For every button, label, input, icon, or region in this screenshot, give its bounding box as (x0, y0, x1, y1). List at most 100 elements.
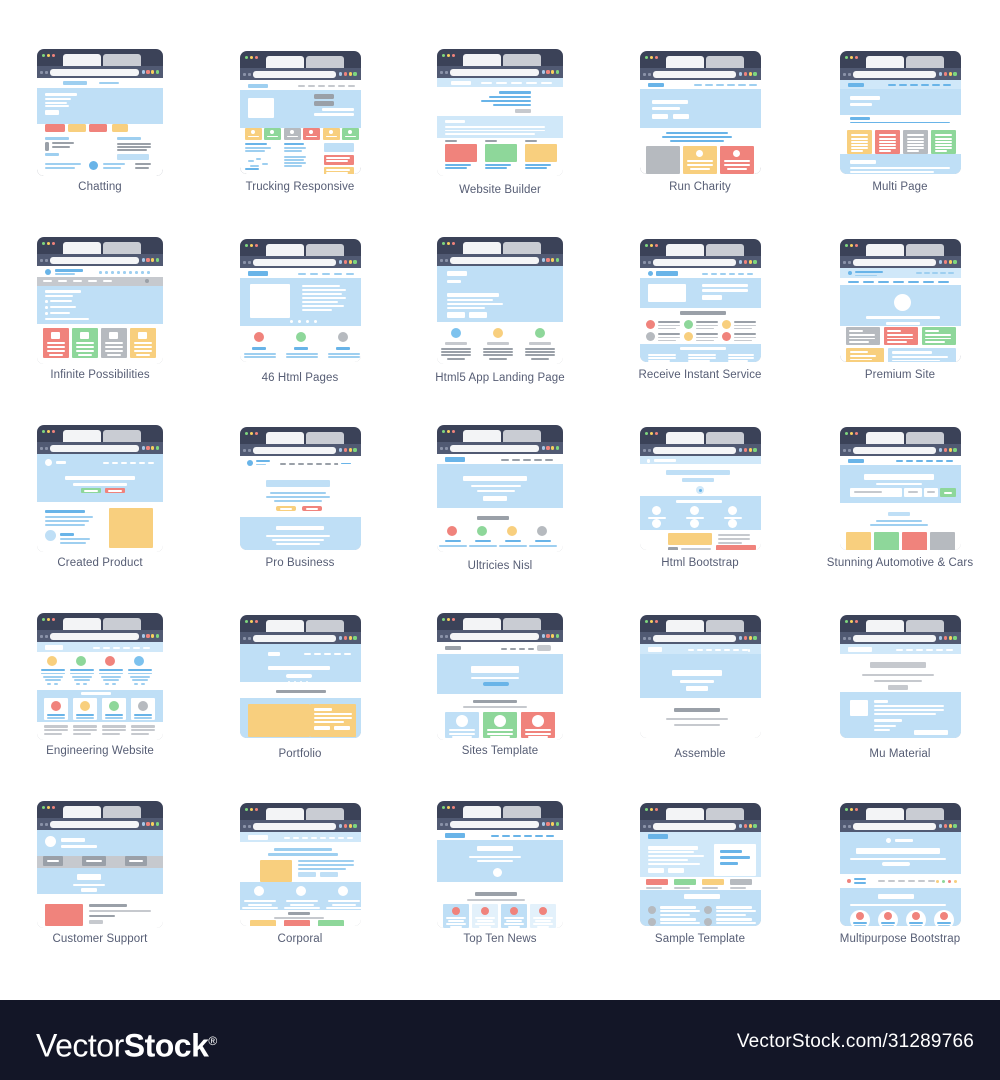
template-card[interactable]: Created Product (0, 416, 200, 604)
url-input[interactable] (652, 822, 737, 830)
template-card[interactable]: Html Bootstrap (600, 416, 800, 604)
template-card[interactable]: Sample Template (600, 792, 800, 980)
browser-tab-active[interactable] (665, 808, 704, 820)
browser-tab-inactive[interactable] (705, 244, 744, 256)
template-card[interactable]: Html5 App Landing Page (400, 228, 600, 416)
browser-tab-inactive[interactable] (705, 56, 744, 68)
template-card[interactable]: Infinite Possibilities (0, 228, 200, 416)
browser-tab-inactive[interactable] (905, 432, 944, 444)
toolbar-dots-icon[interactable] (339, 636, 357, 640)
browser-tab-active[interactable] (63, 430, 101, 442)
traffic-lights-icon[interactable] (42, 242, 55, 245)
nav-arrows-icon[interactable] (842, 636, 851, 640)
toolbar-dots-icon[interactable] (541, 446, 559, 450)
browser-tab-inactive[interactable] (905, 808, 944, 820)
traffic-lights-icon[interactable] (844, 432, 858, 435)
browser-tab-inactive[interactable] (305, 244, 344, 256)
browser-tab-active[interactable] (865, 432, 904, 444)
nav-arrows-icon[interactable] (242, 72, 251, 76)
template-card[interactable]: Sites Template (400, 604, 600, 792)
browser-tab-active[interactable] (265, 808, 304, 820)
url-input[interactable] (450, 632, 539, 640)
traffic-lights-icon[interactable] (844, 244, 858, 247)
template-card[interactable]: Corporal (200, 792, 400, 980)
url-input[interactable] (852, 446, 937, 454)
toolbar-dots-icon[interactable] (739, 448, 757, 452)
browser-tab-inactive[interactable] (503, 806, 541, 818)
url-input[interactable] (450, 820, 539, 828)
toolbar-dots-icon[interactable] (541, 258, 559, 262)
toolbar-dots-icon[interactable] (541, 70, 559, 74)
url-input[interactable] (50, 68, 139, 76)
url-input[interactable] (450, 68, 539, 76)
nav-arrows-icon[interactable] (642, 636, 651, 640)
template-card[interactable]: Portfolio (200, 604, 400, 792)
template-card[interactable]: Multipurpose Bootstrap (800, 792, 1000, 980)
traffic-lights-icon[interactable] (244, 432, 258, 435)
browser-tab-inactive[interactable] (103, 806, 141, 818)
browser-tab-inactive[interactable] (503, 54, 541, 66)
nav-arrows-icon[interactable] (40, 446, 48, 450)
nav-arrows-icon[interactable] (842, 260, 851, 264)
traffic-lights-icon[interactable] (244, 620, 258, 623)
browser-tab-inactive[interactable] (905, 244, 944, 256)
url-input[interactable] (652, 446, 737, 454)
browser-tab-inactive[interactable] (905, 56, 944, 68)
url-input[interactable] (652, 258, 737, 266)
toolbar-dots-icon[interactable] (939, 260, 957, 264)
toolbar-dots-icon[interactable] (739, 636, 757, 640)
nav-arrows-icon[interactable] (642, 72, 651, 76)
toolbar-dots-icon[interactable] (541, 822, 559, 826)
browser-tab-active[interactable] (463, 806, 501, 818)
template-card[interactable]: Ultricies Nisl (400, 416, 600, 604)
browser-tab-active[interactable] (665, 56, 704, 68)
browser-tab-active[interactable] (265, 432, 304, 444)
template-card[interactable]: Top Ten News (400, 792, 600, 980)
browser-tab-active[interactable] (463, 242, 501, 254)
browser-tab-inactive[interactable] (705, 432, 744, 444)
template-card[interactable]: Premium Site (800, 228, 1000, 416)
browser-tab-inactive[interactable] (503, 242, 541, 254)
url-input[interactable] (50, 632, 139, 640)
template-card[interactable]: Pro Business (200, 416, 400, 604)
browser-tab-inactive[interactable] (705, 620, 744, 632)
url-input[interactable] (252, 258, 337, 266)
toolbar-dots-icon[interactable] (141, 446, 159, 450)
toolbar-dots-icon[interactable] (739, 824, 757, 828)
toolbar-dots-icon[interactable] (339, 72, 357, 76)
traffic-lights-icon[interactable] (644, 620, 658, 623)
traffic-lights-icon[interactable] (442, 618, 455, 621)
browser-tab-active[interactable] (865, 808, 904, 820)
traffic-lights-icon[interactable] (442, 806, 455, 809)
toolbar-dots-icon[interactable] (141, 258, 159, 262)
toolbar-dots-icon[interactable] (541, 634, 559, 638)
toolbar-dots-icon[interactable] (141, 634, 159, 638)
browser-tab-active[interactable] (463, 54, 501, 66)
nav-arrows-icon[interactable] (242, 636, 251, 640)
traffic-lights-icon[interactable] (844, 808, 858, 811)
nav-arrows-icon[interactable] (440, 258, 448, 262)
browser-tab-active[interactable] (865, 244, 904, 256)
url-input[interactable] (50, 820, 139, 828)
toolbar-dots-icon[interactable] (939, 72, 957, 76)
traffic-lights-icon[interactable] (442, 430, 455, 433)
traffic-lights-icon[interactable] (244, 56, 258, 59)
url-input[interactable] (450, 444, 539, 452)
url-input[interactable] (252, 822, 337, 830)
template-card[interactable]: Chatting (0, 40, 200, 228)
browser-tab-active[interactable] (265, 244, 304, 256)
url-input[interactable] (252, 446, 337, 454)
toolbar-dots-icon[interactable] (939, 824, 957, 828)
browser-tab-active[interactable] (63, 618, 101, 630)
traffic-lights-icon[interactable] (644, 244, 658, 247)
template-card[interactable]: 46 Html Pages (200, 228, 400, 416)
url-input[interactable] (852, 634, 937, 642)
traffic-lights-icon[interactable] (844, 620, 858, 623)
url-input[interactable] (450, 256, 539, 264)
traffic-lights-icon[interactable] (42, 54, 55, 57)
traffic-lights-icon[interactable] (42, 430, 55, 433)
nav-arrows-icon[interactable] (842, 824, 851, 828)
traffic-lights-icon[interactable] (244, 244, 258, 247)
browser-tab-active[interactable] (63, 54, 101, 66)
url-input[interactable] (652, 634, 737, 642)
